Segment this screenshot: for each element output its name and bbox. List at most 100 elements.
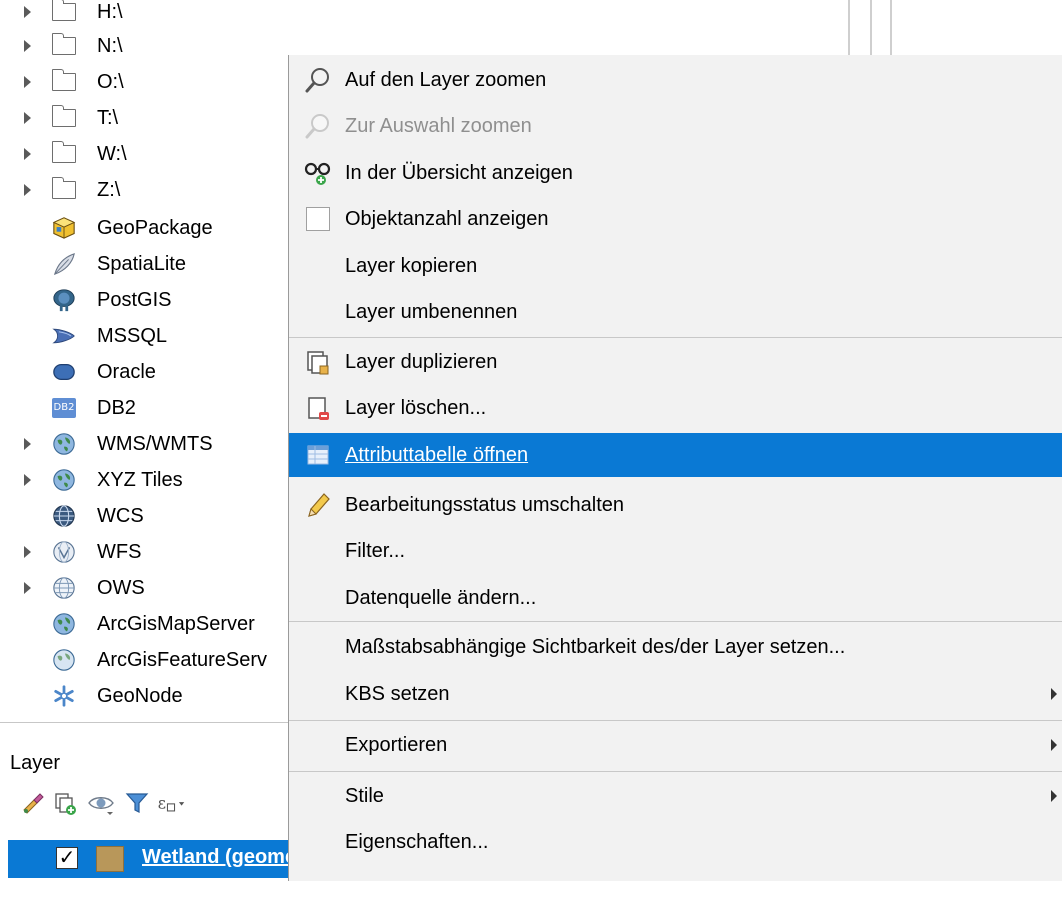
menu-item-zoom-to-layer[interactable]: Auf den Layer zoomen <box>289 58 1062 102</box>
tree-item-geonode[interactable]: GeoNode <box>0 678 288 714</box>
folder-icon <box>51 141 76 166</box>
add-group-icon[interactable] <box>50 788 80 818</box>
menu-item-show-in-overview[interactable]: In der Übersicht anzeigen <box>289 151 1062 195</box>
menu-item-open-attribute-table[interactable]: Attributtabelle öffnen <box>289 433 1062 477</box>
db2-icon-text: DB2 <box>52 398 76 418</box>
menu-item-change-data-source[interactable]: Datenquelle ändern... <box>289 576 1062 620</box>
tree-item-z-drive[interactable]: Z:\ <box>0 172 288 208</box>
tree-item-label: O:\ <box>97 70 124 93</box>
tree-item-n-drive[interactable]: N:\ <box>0 28 288 64</box>
ows-globe-icon <box>52 576 76 600</box>
style-brush-icon[interactable] <box>18 788 48 818</box>
postgis-elephant-icon <box>52 288 76 312</box>
menu-item-remove-layer[interactable]: Layer löschen... <box>289 386 1062 430</box>
tree-item-mssql[interactable]: MSSQL <box>0 318 288 354</box>
expand-arrow-icon[interactable] <box>24 546 31 558</box>
menu-item-show-feature-count[interactable]: Objektanzahl anzeigen <box>289 197 1062 241</box>
tree-item-wfs[interactable]: WFS <box>0 534 288 570</box>
menu-item-label: KBS setzen <box>345 682 450 705</box>
tree-item-h-drive[interactable]: H:\ <box>0 0 288 30</box>
tree-item-label: MSSQL <box>97 324 168 347</box>
tree-item-label: Z:\ <box>97 178 121 201</box>
menu-item-label: Layer kopieren <box>345 254 478 277</box>
menu-item-duplicate-layer[interactable]: Layer duplizieren <box>289 340 1062 384</box>
tree-item-label: XYZ Tiles <box>97 468 183 491</box>
tree-item-arcgis-feature-server[interactable]: ArcGisFeatureServ <box>0 642 288 678</box>
attribute-table-icon <box>303 440 333 470</box>
tree-item-label: WMS/WMTS <box>97 432 213 455</box>
tree-item-geopackage[interactable]: GeoPackage <box>0 210 288 246</box>
tree-item-db2[interactable]: DB2 DB2 <box>0 390 288 426</box>
submenu-arrow-icon <box>1051 688 1057 700</box>
expand-arrow-icon[interactable] <box>24 6 31 18</box>
oracle-icon <box>52 360 76 384</box>
visibility-eye-icon[interactable] <box>86 788 116 818</box>
menu-item-label: Stile <box>345 784 384 807</box>
checkbox-icon[interactable] <box>303 204 333 234</box>
layer-context-menu: Auf den Layer zoomen Zur Auswahl zoomen … <box>288 55 1062 881</box>
expand-arrow-icon[interactable] <box>24 184 31 196</box>
menu-item-label: Maßstabsabhängige Sichtbarkeit des/der L… <box>345 635 846 658</box>
wfs-globe-icon <box>52 540 76 564</box>
tree-item-w-drive[interactable]: W:\ <box>0 136 288 172</box>
tree-item-label: GeoNode <box>97 684 183 707</box>
tree-item-ows[interactable]: OWS <box>0 570 288 606</box>
expand-arrow-icon[interactable] <box>24 474 31 486</box>
menu-item-properties[interactable]: Eigenschaften... <box>289 820 1062 864</box>
tree-item-label: N:\ <box>97 34 123 57</box>
arcgis-map-globe-icon <box>52 612 76 636</box>
menu-item-toggle-editing[interactable]: Bearbeitungsstatus umschalten <box>289 483 1062 527</box>
tree-item-o-drive[interactable]: O:\ <box>0 64 288 100</box>
submenu-arrow-icon <box>1051 739 1057 751</box>
menu-item-styles[interactable]: Stile <box>289 774 1062 818</box>
mssql-icon <box>52 324 76 348</box>
tree-item-arcgis-map-server[interactable]: ArcGisMapServer <box>0 606 288 642</box>
tree-item-spatialite[interactable]: SpatiaLite <box>0 246 288 282</box>
folder-icon <box>51 105 76 130</box>
expand-arrow-icon[interactable] <box>24 582 31 594</box>
menu-item-label: Attributtabelle öffnen <box>345 443 529 466</box>
expand-arrow-icon[interactable] <box>24 112 31 124</box>
menu-item-export[interactable]: Exportieren <box>289 723 1062 767</box>
menu-item-scale-visibility[interactable]: Maßstabsabhängige Sichtbarkeit des/der L… <box>289 625 1062 669</box>
geonode-icon <box>52 684 76 708</box>
tree-item-label: ArcGisFeatureServ <box>97 648 268 671</box>
filter-funnel-icon[interactable] <box>122 788 152 818</box>
tree-item-wms[interactable]: WMS/WMTS <box>0 426 288 462</box>
menu-separator <box>289 720 1062 721</box>
arcgis-feature-globe-icon <box>52 648 76 672</box>
zoom-to-selection-icon <box>303 111 333 141</box>
menu-item-rename-layer[interactable]: Layer umbenennen <box>289 290 1062 334</box>
xyz-globe-icon <box>52 468 76 492</box>
expand-arrow-icon[interactable] <box>24 148 31 160</box>
menu-item-label: Bearbeitungsstatus umschalten <box>345 493 625 516</box>
menu-item-label: Layer duplizieren <box>345 350 498 373</box>
menu-item-zoom-to-selection: Zur Auswahl zoomen <box>289 104 1062 148</box>
expression-filter-icon[interactable]: ε <box>156 788 186 818</box>
duplicate-layer-icon <box>303 347 333 377</box>
menu-item-copy-layer[interactable]: Layer kopieren <box>289 244 1062 288</box>
tree-item-xyz-tiles[interactable]: XYZ Tiles <box>0 462 288 498</box>
tree-item-oracle[interactable]: Oracle <box>0 354 288 390</box>
expand-arrow-icon[interactable] <box>24 438 31 450</box>
tree-item-postgis[interactable]: PostGIS <box>0 282 288 318</box>
expand-arrow-icon[interactable] <box>24 40 31 52</box>
layer-panel-title: Layer <box>10 752 61 774</box>
tree-item-label: WFS <box>97 540 142 563</box>
geopackage-icon <box>52 216 76 240</box>
menu-item-filter[interactable]: Filter... <box>289 529 1062 573</box>
tree-item-label: SpatiaLite <box>97 252 186 275</box>
remove-layer-icon <box>303 393 333 423</box>
tree-item-t-drive[interactable]: T:\ <box>0 100 288 136</box>
menu-item-label: Auf den Layer zoomen <box>345 68 547 91</box>
layer-visibility-checkbox[interactable]: ✓ <box>56 847 78 869</box>
menu-item-set-crs[interactable]: KBS setzen <box>289 672 1062 716</box>
menu-item-label: Layer löschen... <box>345 396 487 419</box>
svg-text:ε: ε <box>158 793 166 812</box>
tree-item-wcs[interactable]: WCS <box>0 498 288 534</box>
tree-item-label: H:\ <box>97 0 123 23</box>
tree-item-label: WCS <box>97 504 144 527</box>
tree-item-label: PostGIS <box>97 288 172 311</box>
menu-separator <box>289 621 1062 622</box>
expand-arrow-icon[interactable] <box>24 76 31 88</box>
